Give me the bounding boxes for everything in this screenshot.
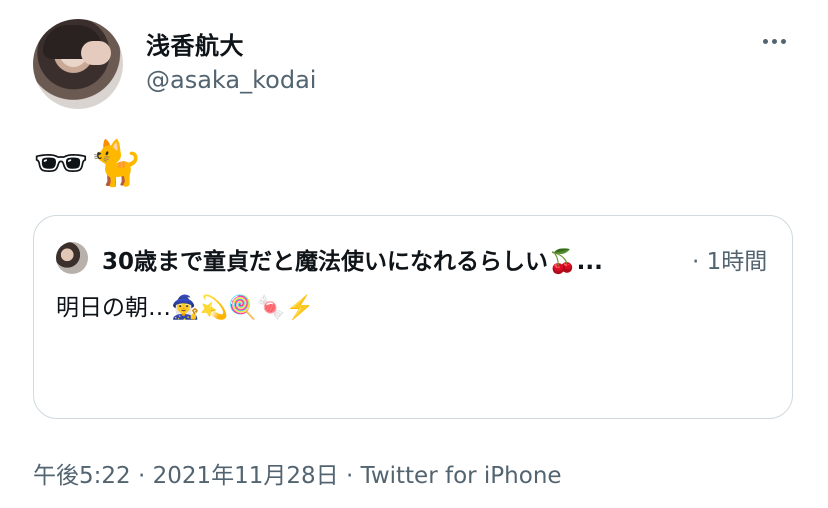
more-options-icon[interactable]: [763, 39, 786, 44]
tweet-metadata[interactable]: 午後5:22 · 2021年11月28日 · Twitter for iPhon…: [33, 456, 562, 490]
author-display-name[interactable]: 浅香航大: [146, 26, 244, 61]
dot-icon: [772, 39, 777, 44]
quoted-tweet-text: 明日の朝…🧙‍♀️💫🍭🍬⚡️: [56, 295, 315, 321]
quoted-tweet[interactable]: 30歳まで童貞だと魔法使いになれるらしい🍒... · 1時間 明日の朝…🧙‍♀️…: [33, 215, 793, 419]
author-avatar[interactable]: [33, 19, 123, 109]
tweet-text: 🕶🐈: [33, 138, 144, 189]
avatar-hand: [81, 41, 111, 65]
dot-icon: [763, 39, 768, 44]
quoted-tweet-time: · 1時間: [692, 249, 768, 275]
author-handle[interactable]: @asaka_kodai: [146, 66, 316, 94]
quoted-author-avatar: [56, 242, 88, 274]
dot-icon: [781, 39, 786, 44]
quoted-author-name: 30歳まで童貞だと魔法使いになれるらしい🍒...: [102, 249, 603, 275]
